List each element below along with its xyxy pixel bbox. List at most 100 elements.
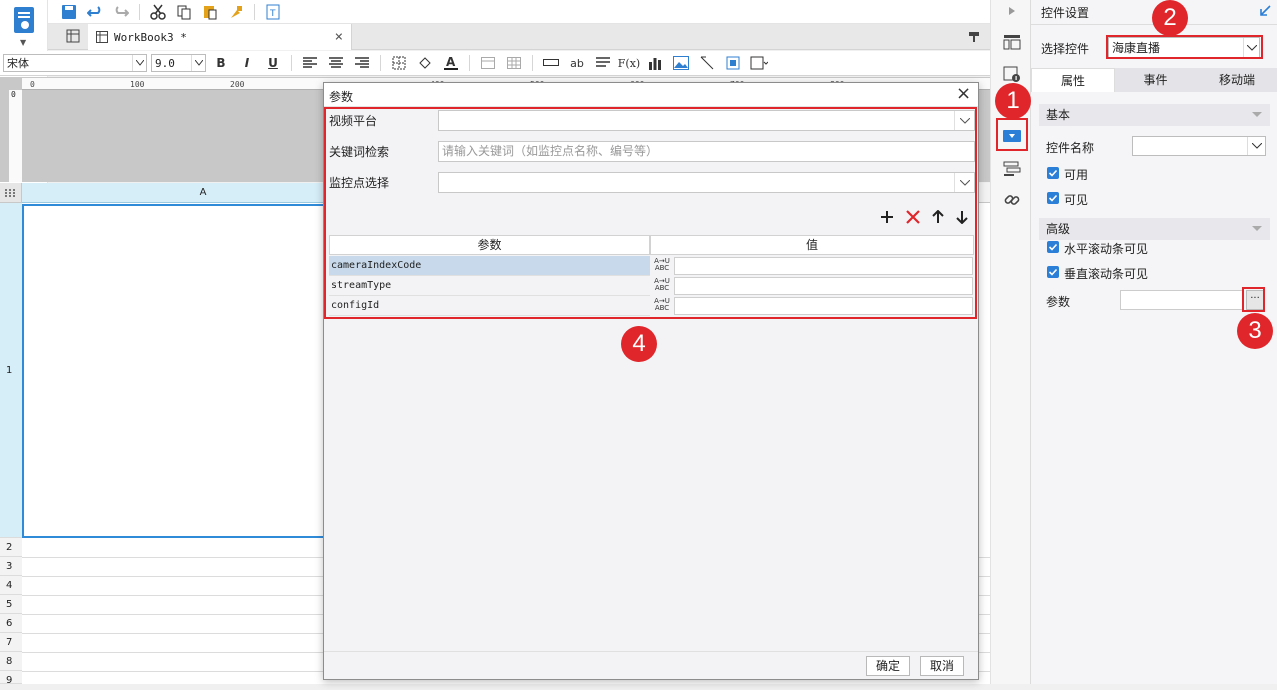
image-icon[interactable] — [670, 53, 692, 73]
divider — [139, 3, 140, 20]
merge-cells-icon[interactable] — [477, 53, 499, 73]
widget-frame-icon[interactable] — [722, 53, 744, 73]
bold-button[interactable]: B — [210, 53, 232, 73]
advanced-section-label: 高级 — [1046, 222, 1071, 236]
row-header-3[interactable]: 3 — [0, 557, 22, 576]
font-size-value: 9.0 — [155, 56, 175, 70]
ok-button[interactable]: 确定 — [866, 656, 910, 676]
cell-a1-selected[interactable] — [22, 204, 327, 538]
basic-section-header[interactable]: 基本 — [1039, 104, 1270, 126]
divider — [291, 55, 292, 71]
select-all-corner[interactable] — [0, 183, 22, 203]
divider — [532, 55, 533, 71]
row-headers: 1 2 3 4 5 6 7 8 9 — [0, 203, 22, 686]
hyperlink-icon[interactable] — [1001, 189, 1023, 211]
close-icon[interactable]: × — [335, 29, 343, 45]
save-icon[interactable] — [58, 2, 80, 22]
collapse-arrow-icon[interactable] — [1001, 0, 1023, 22]
chevron-down-icon — [191, 55, 205, 71]
panel-title: 控件设置 — [1041, 6, 1090, 20]
copy-icon[interactable] — [173, 2, 195, 22]
align-right-icon[interactable] — [351, 53, 373, 73]
v-scroll-checkbox[interactable] — [1047, 266, 1059, 278]
tab-mobile[interactable]: 移动端 — [1196, 68, 1277, 92]
redo-icon[interactable] — [110, 2, 132, 22]
format-painter-icon[interactable] — [225, 2, 247, 22]
undo-icon[interactable] — [84, 2, 106, 22]
ruler-tick: 0 — [30, 80, 35, 89]
divider — [254, 3, 255, 20]
widget-name-label: 控件名称 — [1046, 141, 1095, 155]
line-spacing-icon[interactable] — [592, 53, 614, 73]
cell-border-icon[interactable] — [748, 53, 770, 73]
expand-arrow-icon[interactable] — [1259, 5, 1271, 17]
select-widget-label: 选择控件 — [1041, 42, 1090, 56]
underline-button[interactable]: U — [262, 53, 284, 73]
cell-attribute-icon[interactable] — [1001, 31, 1023, 53]
sheet-grid-icon[interactable] — [66, 29, 80, 43]
tab-bar: WorkBook3 * × — [48, 24, 990, 50]
annotation-box-3 — [1242, 287, 1265, 312]
annotation-box-4 — [324, 107, 977, 319]
divider — [380, 55, 381, 71]
widget-name-input[interactable] — [1132, 136, 1266, 156]
advanced-section-header[interactable]: 高级 — [1039, 218, 1270, 240]
row-header-2[interactable]: 2 — [0, 538, 22, 557]
text-field-icon[interactable] — [540, 53, 562, 73]
format-toolbar: 宋体 9.0 B I U A ab F(x) — [0, 51, 990, 76]
dialog-footer: 确定 取消 — [324, 651, 978, 679]
tab-properties[interactable]: 属性 — [1031, 68, 1115, 92]
pin-icon[interactable] — [968, 31, 980, 43]
svg-text:A: A — [446, 55, 456, 69]
tab-events[interactable]: 事件 — [1115, 68, 1196, 92]
cut-icon[interactable] — [147, 2, 169, 22]
chart-icon[interactable] — [644, 53, 666, 73]
paste-icon[interactable] — [199, 2, 221, 22]
split-cells-icon[interactable] — [503, 53, 525, 73]
row-header-4[interactable]: 4 — [0, 576, 22, 595]
font-family-select[interactable]: 宋体 — [3, 54, 147, 72]
ruler-tick: 100 — [130, 80, 145, 89]
annotation-badge-2: 2 — [1152, 0, 1188, 36]
chevron-down-icon — [1247, 137, 1265, 155]
param-input[interactable] — [1120, 290, 1244, 310]
border-icon[interactable] — [388, 53, 410, 73]
svg-text:T: T — [269, 9, 276, 19]
row-header-1[interactable]: 1 — [0, 203, 22, 538]
close-icon[interactable]: × — [956, 83, 971, 104]
divider — [469, 55, 470, 71]
row-header-9[interactable]: 9 — [0, 671, 22, 686]
row-header-6[interactable]: 6 — [0, 614, 22, 633]
italic-button[interactable]: I — [236, 53, 258, 73]
cell-info-icon[interactable] — [1001, 63, 1023, 85]
row-header-5[interactable]: 5 — [0, 595, 22, 614]
align-left-icon[interactable] — [299, 53, 321, 73]
main-toolbar: T — [48, 0, 990, 24]
wrap-text-button[interactable]: ab — [566, 53, 588, 73]
align-center-icon[interactable] — [325, 53, 347, 73]
chevron-down-icon[interactable]: ▼ — [20, 38, 26, 47]
h-scroll-checkbox[interactable] — [1047, 241, 1059, 253]
tab-title: WorkBook3 * — [114, 30, 187, 44]
collapse-icon — [1252, 112, 1262, 117]
fill-color-icon[interactable] — [414, 53, 436, 73]
row-header-8[interactable]: 8 — [0, 652, 22, 671]
slash-icon[interactable] — [696, 53, 718, 73]
visible-label: 可见 — [1064, 193, 1089, 207]
font-size-select[interactable]: 9.0 — [151, 54, 206, 72]
font-family-value: 宋体 — [7, 57, 29, 70]
condition-attribute-icon[interactable] — [1001, 158, 1023, 180]
formula-button[interactable]: F(x) — [618, 53, 640, 73]
report-icon[interactable] — [12, 6, 36, 34]
ruler-tick: 0 — [11, 90, 16, 99]
annotation-badge-3: 3 — [1237, 313, 1273, 349]
enabled-checkbox[interactable] — [1047, 167, 1059, 179]
preview-icon[interactable]: T — [262, 2, 284, 22]
dialog-title-bar: 参数 × — [324, 83, 978, 107]
tab-workbook3[interactable]: WorkBook3 * × — [88, 24, 352, 50]
cancel-button[interactable]: 取消 — [920, 656, 964, 676]
basic-section-label: 基本 — [1046, 108, 1071, 122]
visible-checkbox[interactable] — [1047, 192, 1059, 204]
row-header-7[interactable]: 7 — [0, 633, 22, 652]
font-color-icon[interactable]: A — [440, 53, 462, 73]
